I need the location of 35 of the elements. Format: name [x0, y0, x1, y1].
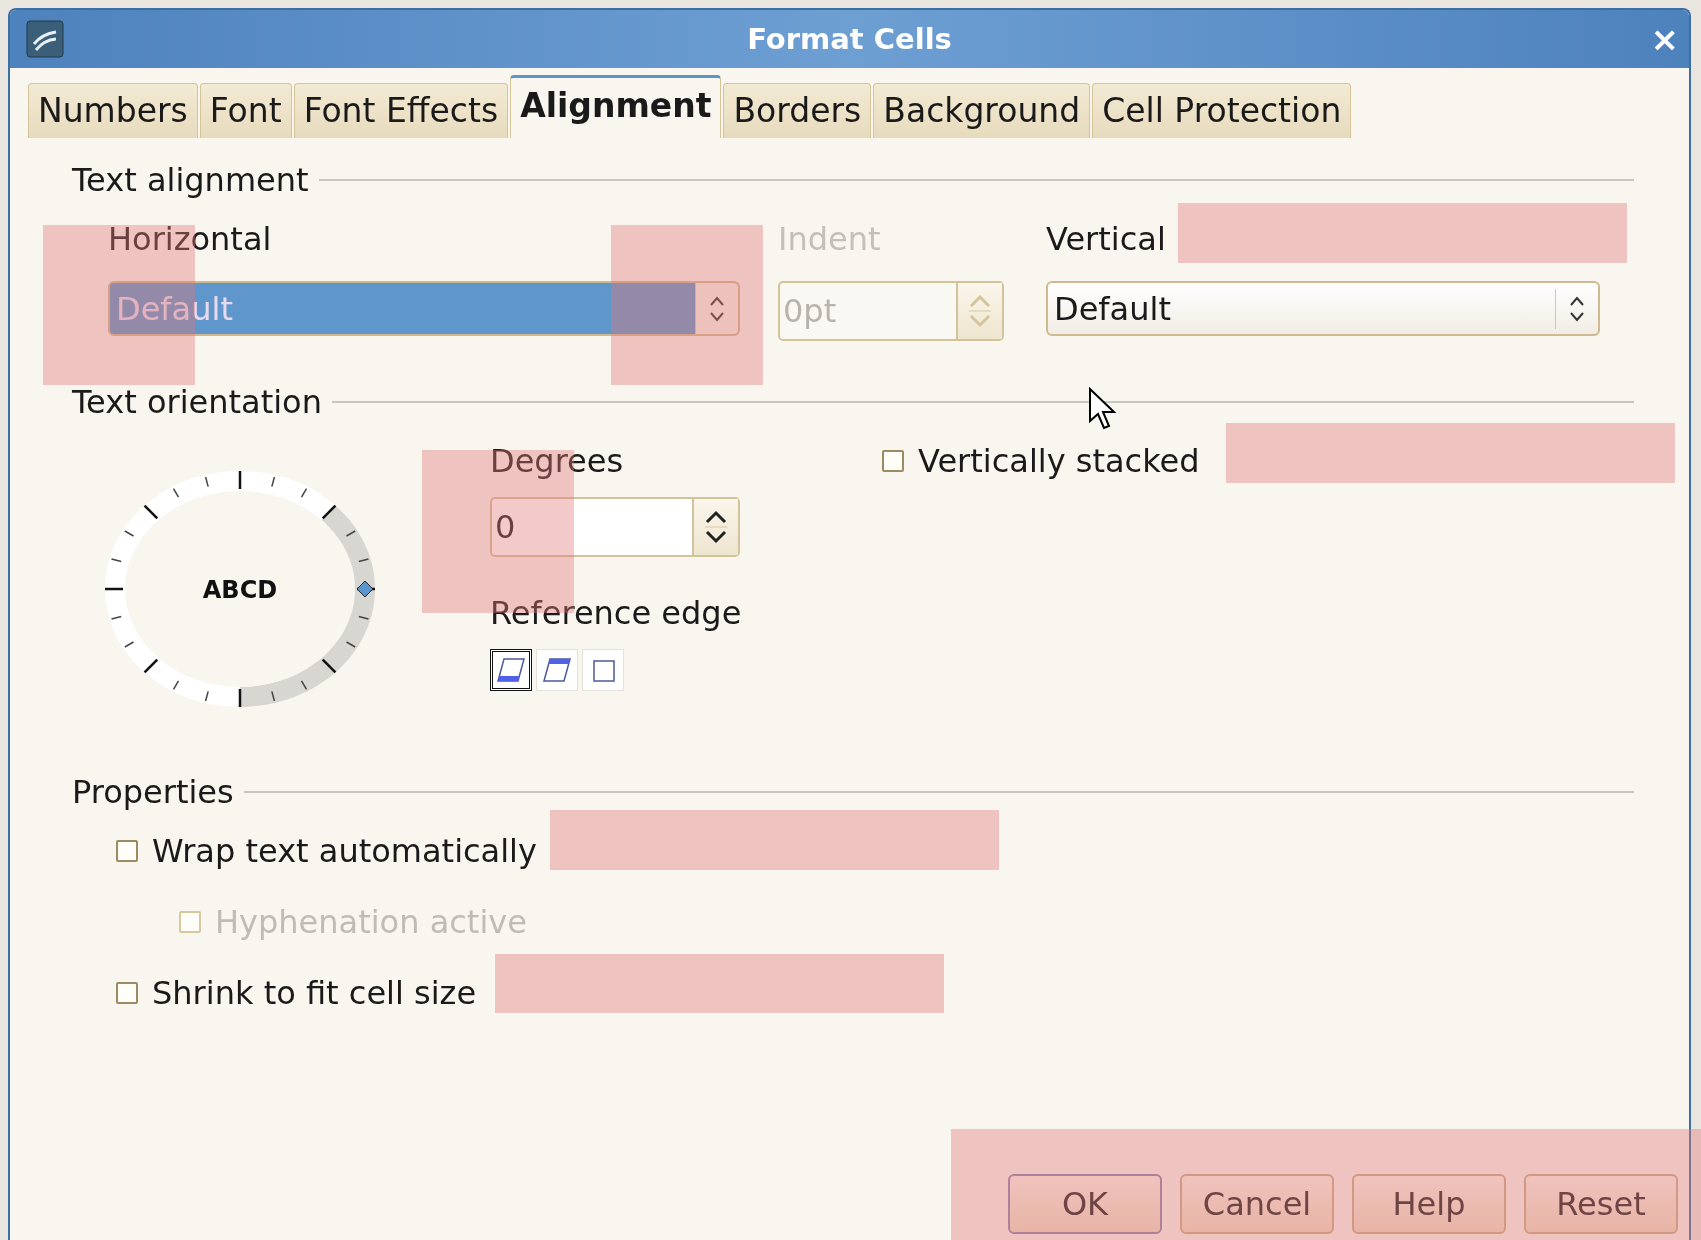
field-label: Vertical [1046, 219, 1166, 259]
field-label: Degrees [490, 441, 624, 481]
checkbox-label: Shrink to fit cell size [152, 974, 477, 1012]
tab[interactable]: Font Effects [293, 83, 509, 138]
section-heading: Text orientation [72, 383, 322, 421]
dialog-button[interactable]: OK [1008, 1174, 1162, 1234]
tab[interactable]: Font [199, 83, 292, 138]
mouse-pointer-icon [1088, 387, 1118, 431]
checkbox-label: Hyphenation active [215, 903, 527, 941]
checkbox-label: Vertically stacked [918, 442, 1200, 480]
field-label: Horizontal [108, 219, 272, 259]
tab[interactable]: Numbers [28, 83, 198, 138]
dial-sample-text: ABCD [202, 576, 278, 604]
field-label: Reference edge [490, 593, 742, 633]
window-title: Format Cells [747, 22, 952, 56]
tab[interactable]: Cell Protection [1092, 83, 1352, 138]
checkbox[interactable] [116, 982, 138, 1004]
checkbox[interactable] [882, 450, 904, 472]
dialog-button[interactable]: Cancel [1180, 1174, 1334, 1234]
reference-edge-button[interactable] [490, 649, 532, 691]
app-icon [26, 20, 64, 58]
rotation-dial[interactable] [105, 471, 375, 707]
spin-buttons-icon[interactable] [692, 499, 738, 555]
dialog-button[interactable]: Reset [1524, 1174, 1678, 1234]
dialog-button[interactable]: Help [1352, 1174, 1506, 1234]
checkbox[interactable] [116, 840, 138, 862]
dropdown[interactable]: Default [1046, 281, 1600, 336]
spin-field[interactable]: 0 [490, 497, 740, 557]
close-button[interactable]: × [1650, 19, 1679, 59]
tab[interactable]: Borders [723, 83, 872, 138]
tab[interactable]: Background [873, 83, 1091, 138]
section-heading: Text alignment [72, 161, 309, 199]
tab[interactable]: Alignment [510, 75, 722, 138]
checkbox-label: Wrap text automatically [152, 832, 537, 870]
section-heading: Properties [72, 773, 234, 811]
